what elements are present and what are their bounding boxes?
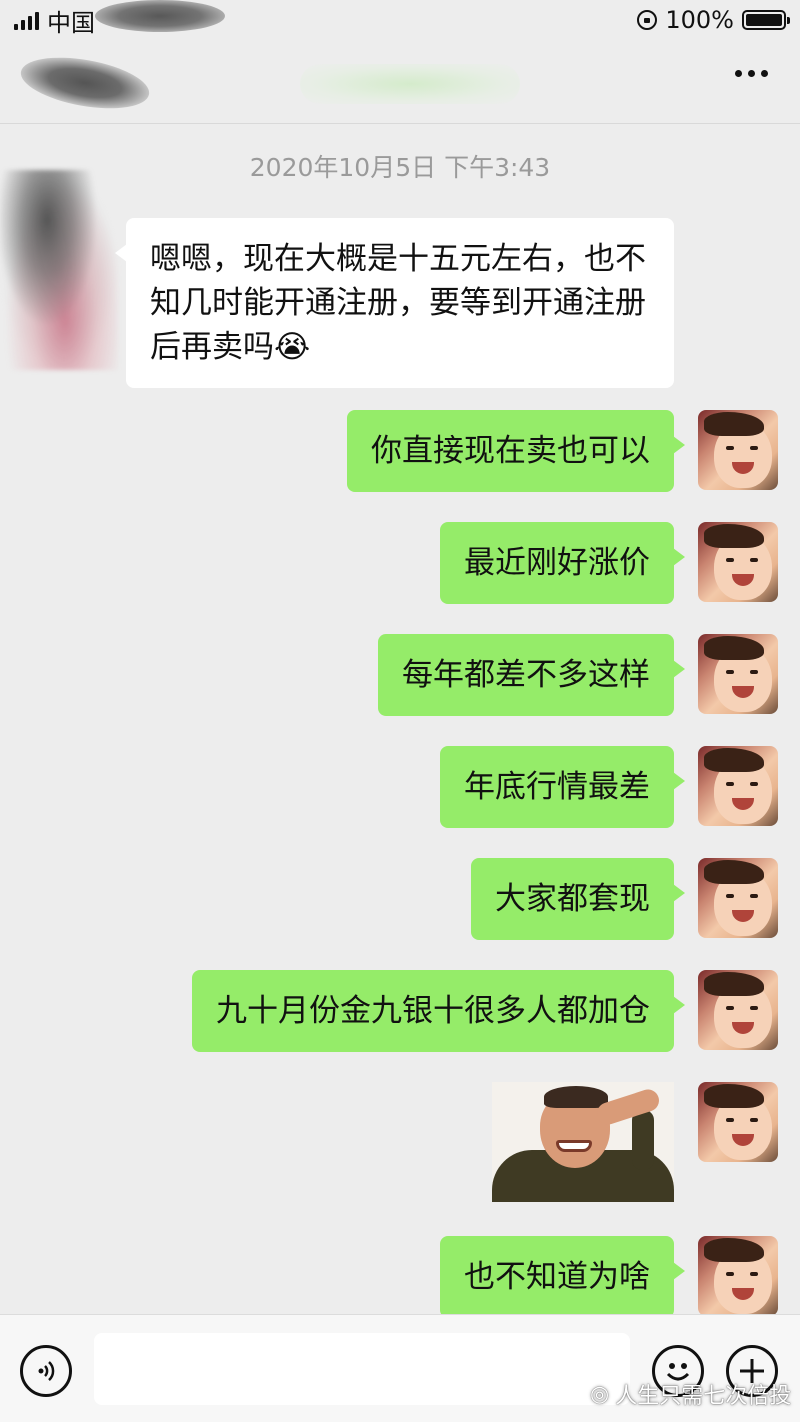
outgoing-message[interactable]: 年底行情最差 — [440, 746, 685, 828]
carrier-label: 中国 — [47, 8, 95, 37]
voice-icon — [38, 1361, 55, 1381]
self-avatar[interactable] — [698, 858, 778, 938]
self-avatar[interactable] — [698, 634, 778, 714]
outgoing-message[interactable]: 最近刚好涨价 — [440, 522, 685, 604]
more-options-icon[interactable] — [735, 70, 768, 77]
watermark: ◎ 人生只需七次倍投 — [590, 1378, 791, 1410]
self-avatar[interactable] — [698, 410, 778, 490]
status-left: 中国 — [14, 3, 95, 38]
wechat-icon: ◎ — [590, 1381, 610, 1407]
self-avatar[interactable] — [698, 522, 778, 602]
outgoing-bubble[interactable]: 九十月份金九银十很多人都加仓 — [192, 970, 685, 1052]
self-avatar[interactable] — [698, 1082, 778, 1162]
self-avatar[interactable] — [698, 1236, 778, 1316]
outgoing-message[interactable]: 每年都差不多这样 — [378, 634, 685, 716]
outgoing-bubble[interactable]: 最近刚好涨价 — [440, 522, 685, 604]
battery-percent: 100% — [665, 6, 734, 34]
voice-button[interactable] — [20, 1345, 72, 1397]
outgoing-message[interactable]: 也不知道为啥 — [440, 1236, 685, 1318]
outgoing-message[interactable]: 你直接现在卖也可以 — [347, 410, 685, 492]
self-avatar[interactable] — [698, 746, 778, 826]
back-button-redacted[interactable] — [16, 49, 154, 117]
status-right: 100% — [637, 6, 790, 34]
battery-icon — [742, 10, 790, 30]
outgoing-bubble[interactable]: 你直接现在卖也可以 — [347, 410, 685, 492]
outgoing-bubble[interactable]: 每年都差不多这样 — [378, 634, 685, 716]
outgoing-bubble[interactable]: 大家都套现 — [471, 858, 685, 940]
rotation-lock-icon — [637, 10, 658, 30]
outgoing-message[interactable]: 九十月份金九银十很多人都加仓 — [192, 970, 685, 1052]
incoming-bubble[interactable]: 嗯嗯，现在大概是十五元左右，也不知几时能开通注册，要等到开通注册后再卖吗😭 — [115, 218, 674, 388]
watermark-text: 人生只需七次倍投 — [615, 1384, 792, 1409]
message-timestamp: 2020年10月5日 下午3:43 — [249, 153, 551, 182]
chat-header — [0, 0, 800, 124]
self-avatar[interactable] — [698, 970, 778, 1050]
sticker-image[interactable] — [492, 1082, 674, 1202]
signal-icon — [14, 10, 39, 30]
incoming-message[interactable]: 嗯嗯，现在大概是十五元左右，也不知几时能开通注册，要等到开通注册后再卖吗😭 — [115, 218, 674, 388]
contact-avatar-redacted[interactable] — [0, 170, 118, 370]
message-input[interactable] — [94, 1333, 630, 1405]
chat-title-redacted — [300, 64, 520, 104]
outgoing-bubble[interactable]: 年底行情最差 — [440, 746, 685, 828]
redaction-scribble — [95, 0, 225, 32]
outgoing-bubble[interactable]: 也不知道为啥 — [440, 1236, 685, 1318]
outgoing-message[interactable]: 大家都套现 — [471, 858, 685, 940]
